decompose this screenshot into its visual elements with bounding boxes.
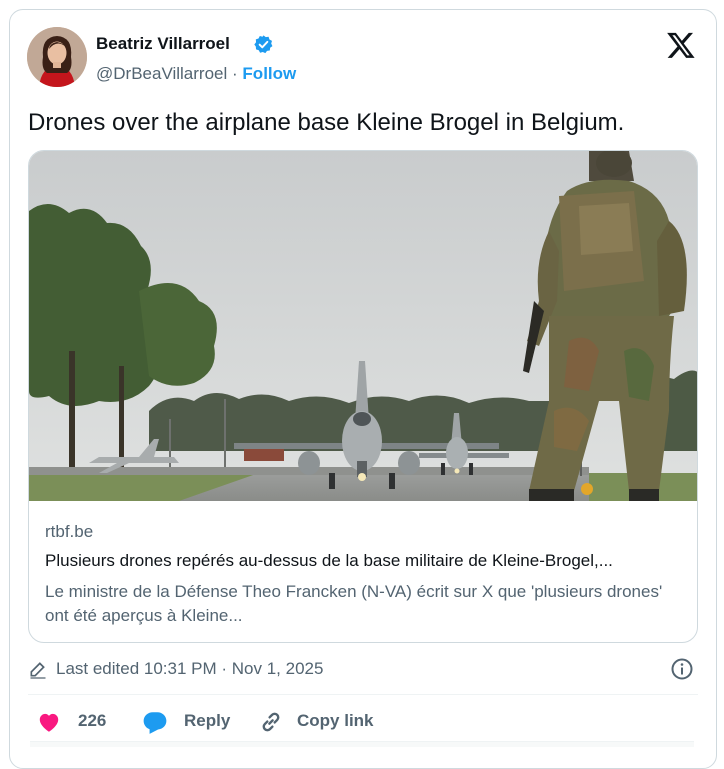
reply-bubble-icon xyxy=(143,712,167,734)
avatar[interactable] xyxy=(27,27,87,87)
tweet-card: Beatriz Villarroel @DrBeaVillarroel · Fo… xyxy=(9,9,717,769)
heart-icon xyxy=(39,713,59,732)
copy-link-label: Copy link xyxy=(297,711,374,730)
avatar-image xyxy=(27,27,87,87)
divider xyxy=(28,694,698,695)
verified-badge-icon xyxy=(254,35,273,54)
link-title[interactable]: Plusieurs drones repérés au-dessus de la… xyxy=(45,551,613,571)
reply-label: Reply xyxy=(184,711,231,730)
reply-button[interactable]: Reply xyxy=(142,707,242,737)
like-button[interactable]: 226 xyxy=(36,707,116,737)
edited-row: Last edited 10:31 PM · Nov 1, 2025 xyxy=(28,656,698,682)
follow-button[interactable]: Follow xyxy=(242,64,296,83)
like-count: 226 xyxy=(78,711,107,730)
author-name[interactable]: Beatriz Villarroel xyxy=(96,34,230,54)
author-handle[interactable]: @DrBeaVillarroel xyxy=(96,64,227,83)
pencil-icon xyxy=(30,662,46,679)
link-description: Le ministre de la Défense Theo Francken … xyxy=(45,582,663,625)
link-icon xyxy=(262,712,280,732)
action-row: 226 Reply Copy link xyxy=(28,707,698,737)
last-edited-text[interactable]: Last edited 10:31 PM · Nov 1, 2025 xyxy=(56,659,323,679)
handle-line: @DrBeaVillarroel · Follow xyxy=(96,64,296,84)
link-domain: rtbf.be xyxy=(45,522,94,541)
info-icon[interactable] xyxy=(670,657,694,681)
copy-link-button[interactable]: Copy link xyxy=(258,707,398,737)
next-card-edge xyxy=(30,741,694,747)
link-preview-image xyxy=(29,151,697,501)
separator: · xyxy=(232,64,238,83)
x-logo-icon[interactable] xyxy=(666,30,696,60)
tweet-text: Drones over the airplane base Kleine Bro… xyxy=(28,109,625,136)
link-preview-card[interactable]: rtbf.be Plusieurs drones repérés au-dess… xyxy=(28,150,698,643)
